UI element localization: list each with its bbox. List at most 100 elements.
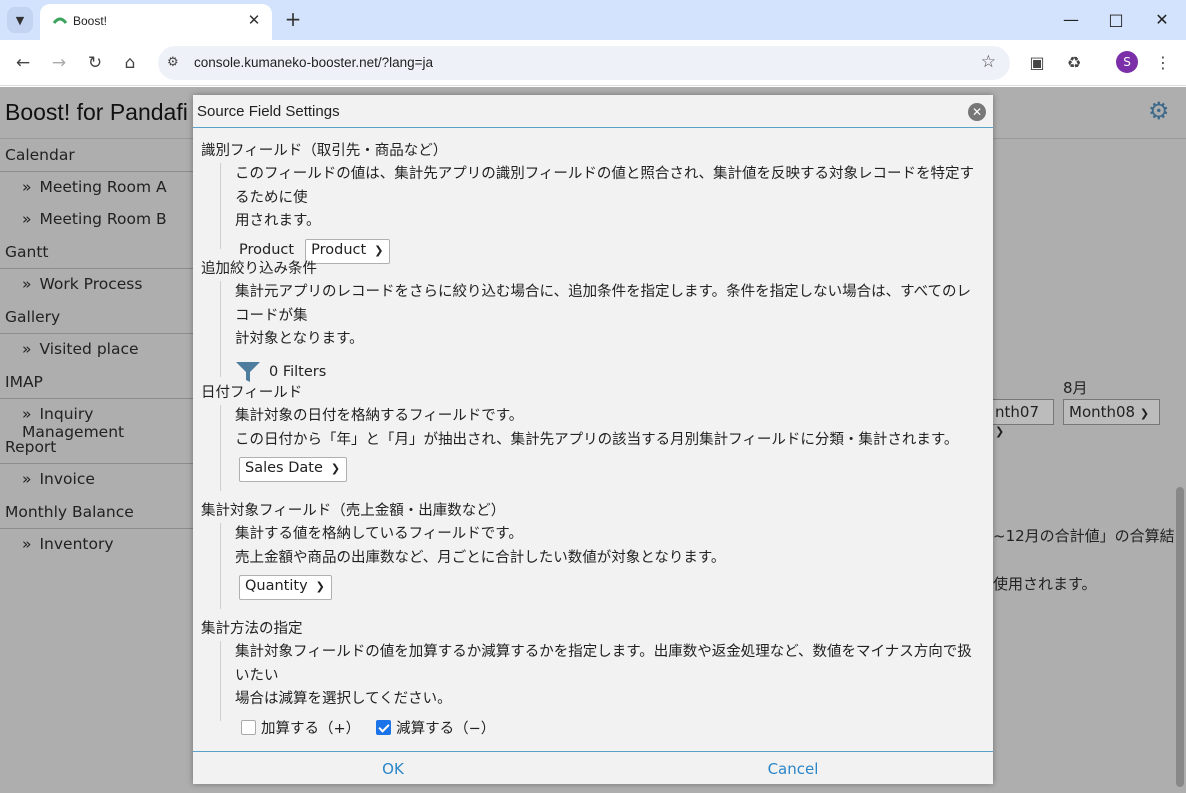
browser-tab[interactable]: Boost! ✕ <box>40 4 272 40</box>
forward-icon[interactable]: → <box>48 52 70 74</box>
more-menu-icon[interactable]: ⋮ <box>1151 51 1175 75</box>
month07-select[interactable]: nth07 ❯ <box>990 399 1054 438</box>
sidebar-group-gantt[interactable]: Gantt <box>0 236 195 269</box>
subtract-checkbox[interactable] <box>376 720 392 735</box>
sidebar-group-monthly-balance[interactable]: Monthly Balance <box>0 496 195 529</box>
aggregation-target-section: 集計対象フィールド（売上金額・出庫数など） 集計する値を格納しているフィールドで… <box>201 499 985 609</box>
maximize-icon[interactable]: □ <box>1101 10 1131 29</box>
minimize-icon[interactable]: — <box>1056 10 1086 29</box>
reload-icon[interactable]: ↻ <box>84 52 106 74</box>
new-tab-icon[interactable]: + <box>283 8 303 30</box>
sidebar-item-label: Visited place <box>39 340 139 358</box>
additional-filter-section: 追加絞り込み条件 集計元アプリのレコードをさらに絞り込む場合に、追加条件を指定し… <box>201 257 985 382</box>
chevron-down-icon: ❯ <box>315 580 325 593</box>
add-checkbox[interactable] <box>241 720 256 735</box>
subtract-option-label[interactable]: 減算する（−） <box>396 717 495 738</box>
chevron-down-icon: ❯ <box>374 243 384 257</box>
chevron-right-icon: » <box>22 275 32 293</box>
sidebar-item-visited-place[interactable]: » Visited place <box>0 334 195 366</box>
sidebar-item-meeting-room-b[interactable]: » Meeting Room B <box>0 204 195 236</box>
dialog-body: 識別フィールド（取引先・商品など） このフィールドの値は、集計先アプリの識別フィ… <box>193 128 993 751</box>
sidebar-group-gallery[interactable]: Gallery <box>0 301 195 334</box>
section-heading: 集計対象フィールド（売上金額・出庫数など） <box>201 503 506 519</box>
extensions-icon[interactable]: ♻ <box>1062 51 1086 75</box>
tab-close-icon[interactable]: ✕ <box>244 11 264 29</box>
chevron-down-icon: ❯ <box>330 462 341 475</box>
chevron-right-icon: » <box>22 535 32 553</box>
sidebar-group-calendar[interactable]: Calendar <box>0 139 195 172</box>
section-content: このフィールドの値は、集計先アプリの識別フィールドの値と照合され、集計値を反映す… <box>220 163 985 264</box>
sidebar-group-imap[interactable]: IMAP <box>0 366 195 399</box>
identifier-field-section: 識別フィールド（取引先・商品など） このフィールドの値は、集計先アプリの識別フィ… <box>201 139 985 264</box>
sidebar-item-label: Meeting Room B <box>39 210 167 228</box>
section-content: 集計する値を格納しているフィールドです。 売上金額や商品の出庫数など、月ごとに合… <box>220 523 985 609</box>
back-icon[interactable]: ← <box>12 52 34 74</box>
chevron-right-icon: » <box>22 405 32 423</box>
sidebar: Calendar » Meeting Room A » Meeting Room B… <box>0 139 195 561</box>
aggregation-method-section: 集計方法の指定 集計対象フィールドの値を加算するか減算するかを指定します。出庫数… <box>201 617 985 737</box>
section-description: 売上金額や商品の出庫数など、月ごとに合計したい数値が対象となります。 <box>235 549 726 566</box>
add-option-label[interactable]: 加算する（+） <box>261 717 360 738</box>
chevron-down-icon: ▼ <box>15 13 25 27</box>
chevron-right-icon: » <box>22 340 32 358</box>
sidebar-item-inventory[interactable]: » Inventory <box>0 529 195 561</box>
browser-toolbar: ← → ↻ ⌂ ⚙ console.kumaneko-booster.net/?… <box>0 40 1186 86</box>
sidebar-item-label: Inventory <box>39 535 114 553</box>
gear-icon[interactable]: ⚙ <box>1148 97 1170 125</box>
background-text-2: 使用されます。 <box>993 575 1097 593</box>
sidebar-item-label: Work Process <box>39 275 143 293</box>
select-value: Month08 <box>1069 403 1136 421</box>
select-value: Quantity <box>245 578 308 594</box>
date-field-select[interactable]: Sales Date ❯ <box>239 457 348 482</box>
sidebar-item-meeting-room-a[interactable]: » Meeting Room A <box>0 172 195 204</box>
section-description: 用されます。 <box>235 213 321 229</box>
site-info-icon[interactable]: ⚙ <box>167 55 179 70</box>
chevron-right-icon: » <box>22 470 32 488</box>
select-value: Product <box>311 241 367 258</box>
bookmark-star-icon[interactable]: ☆ <box>981 52 996 72</box>
screenshot-icon[interactable]: ▣ <box>1025 51 1049 75</box>
select-value: Sales Date <box>245 460 323 476</box>
chevron-right-icon: » <box>22 178 32 196</box>
home-icon[interactable]: ⌂ <box>119 52 141 74</box>
sidebar-item-label: Inquiry Management <box>22 405 125 441</box>
month-label: 8月 <box>1063 379 1088 397</box>
filters-count-label: 0 Filters <box>269 363 327 380</box>
cancel-button[interactable]: Cancel <box>743 760 843 778</box>
boost-favicon-icon <box>52 17 68 24</box>
select-value: nth07 <box>995 403 1039 421</box>
source-field-settings-dialog: Source Field Settings ✕ 識別フィールド（取引先・商品など… <box>193 95 993 784</box>
section-content: 集計対象フィールドの値を加算するか減算するかを指定します。出庫数や返金処理など、… <box>220 641 985 737</box>
tab-search-button[interactable]: ▼ <box>7 7 33 33</box>
close-icon[interactable]: ✕ <box>968 103 986 121</box>
profile-avatar[interactable]: S <box>1116 51 1138 73</box>
ok-button[interactable]: OK <box>343 760 443 778</box>
sidebar-item-label: Invoice <box>39 470 95 488</box>
section-heading: 識別フィールド（取引先・商品など） <box>201 143 448 159</box>
section-description: 場合は減算を選択してください。 <box>235 691 452 707</box>
section-content: 集計対象の日付を格納するフィールドです。 この日付から「年」と「月」が抽出され、… <box>220 405 985 491</box>
url-text[interactable]: console.kumaneko-booster.net/?lang=ja <box>194 55 433 70</box>
window-close-icon[interactable]: ✕ <box>1147 10 1177 29</box>
section-content: 集計元アプリのレコードをさらに絞り込む場合に、追加条件を指定します。条件を指定し… <box>220 281 985 382</box>
page-scrollbar[interactable] <box>1176 487 1184 787</box>
address-bar[interactable]: ⚙ console.kumaneko-booster.net/?lang=ja … <box>158 46 1010 80</box>
background-text-1: ~12月の合計値」の合算結 <box>993 527 1175 545</box>
tab-title: Boost! <box>73 14 108 28</box>
month08-select[interactable]: Month08 ❯ <box>1063 399 1160 425</box>
dialog-title: Source Field Settings <box>197 103 340 120</box>
section-description: 集計元アプリのレコードをさらに絞り込む場合に、追加条件を指定します。条件を指定し… <box>235 284 972 324</box>
sidebar-item-work-process[interactable]: » Work Process <box>0 269 195 301</box>
browser-tabstrip: ▼ Boost! ✕ + — □ ✕ <box>0 0 1186 40</box>
sidebar-item-inquiry-management[interactable]: » Inquiry Management <box>0 399 195 441</box>
dialog-header: Source Field Settings ✕ <box>193 95 993 128</box>
sidebar-item-invoice[interactable]: » Invoice <box>0 464 195 496</box>
dialog-footer: OK Cancel <box>193 751 993 784</box>
filter-icon <box>236 361 260 382</box>
section-heading: 追加絞り込み条件 <box>201 261 317 277</box>
section-description: この日付から「年」と「月」が抽出され、集計先アプリの該当する月別集計フィールドに… <box>235 431 959 448</box>
sidebar-item-label: Meeting Room A <box>39 178 167 196</box>
section-description: 集計対象の日付を格納するフィールドです。 <box>235 408 524 424</box>
chevron-down-icon: ❯ <box>995 425 1005 438</box>
target-field-select[interactable]: Quantity ❯ <box>239 575 332 600</box>
